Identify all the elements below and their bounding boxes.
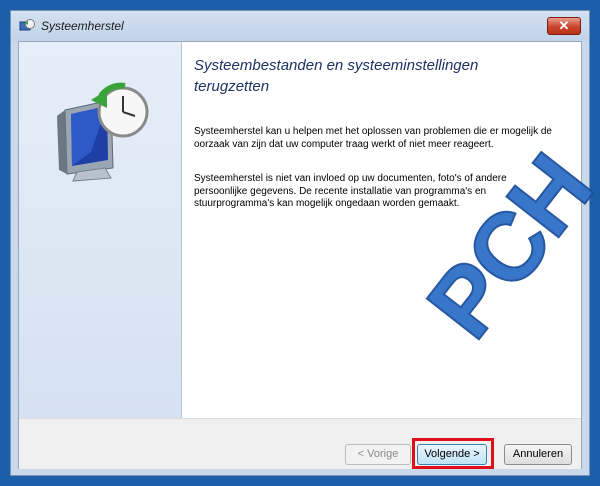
cancel-button[interactable]: Annuleren bbox=[504, 444, 572, 465]
window-title: Systeemherstel bbox=[41, 19, 124, 33]
dialog-client-area: Systeembestanden en systeeminstellingen … bbox=[18, 41, 600, 469]
highlight-box bbox=[412, 438, 494, 469]
sidebar-panel bbox=[19, 42, 182, 418]
system-restore-icon bbox=[19, 19, 35, 31]
page-heading: Systeembestanden en systeeminstellingen … bbox=[194, 57, 479, 95]
content-panel: Systeembestanden en systeeminstellingen … bbox=[182, 42, 600, 418]
intro-paragraph: Systeemherstel kan u helpen met het oplo… bbox=[194, 126, 552, 150]
monitor-clock-restore-icon bbox=[57, 82, 149, 182]
system-restore-window: Systeemherstel ✕ Systeembestanden en sys… bbox=[10, 10, 600, 476]
title-bar[interactable]: Systeemherstel ✕ bbox=[11, 11, 589, 41]
back-button[interactable]: < Vorige bbox=[345, 444, 411, 465]
close-button[interactable]: ✕ bbox=[547, 17, 581, 35]
watermark-logo: PCH bbox=[406, 135, 600, 358]
button-bar: < Vorige Volgende > Annuleren bbox=[19, 418, 581, 469]
